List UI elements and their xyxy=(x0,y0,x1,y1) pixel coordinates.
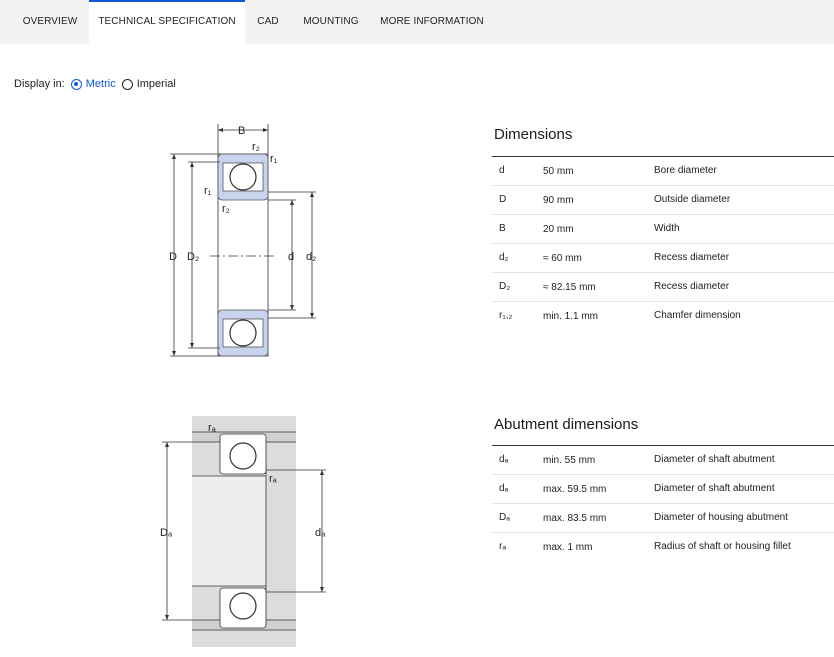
row-description: Radius of shaft or housing fillet xyxy=(654,541,791,552)
imperial-label: Imperial xyxy=(136,78,176,90)
bearing-dimension-drawing: B r₂ r₁ r₁ r₂ D D₂ d d₂ xyxy=(169,124,316,357)
row-symbol: D₂ xyxy=(499,281,511,292)
abutment-dimension-drawing: rₐ rₐ Dₐ dₐ xyxy=(160,416,326,647)
tab-cad[interactable]: CAD xyxy=(250,0,286,44)
label-d2-outer: D₂ xyxy=(187,251,199,263)
table-row: d₂ ≈ 60 mm Recess diameter xyxy=(492,244,834,273)
table-row: Dₐ max. 83.5 mm Diameter of housing abut… xyxy=(492,504,834,533)
tab-more-information[interactable]: MORE INFORMATION xyxy=(375,0,489,44)
row-value: 20 mm xyxy=(543,224,574,235)
abutment-dimensions-heading: Abutment dimensions xyxy=(494,416,639,433)
label-ra-top: rₐ xyxy=(208,422,217,434)
row-description: Diameter of housing abutment xyxy=(654,512,788,523)
metric-radio[interactable]: Metric xyxy=(70,78,116,90)
row-symbol: B xyxy=(499,223,506,234)
table-row: r₁,₂ min. 1.1 mm Chamfer dimension xyxy=(492,302,834,331)
row-value: min. 55 mm xyxy=(543,455,596,466)
row-value: 50 mm xyxy=(543,166,574,177)
dimensions-heading: Dimensions xyxy=(494,126,573,143)
row-description: Outside diameter xyxy=(654,194,731,205)
table-row: D 90 mm Outside diameter xyxy=(492,186,834,215)
row-description: Width xyxy=(654,223,680,234)
row-symbol: Dₐ xyxy=(499,512,510,523)
row-description: Recess diameter xyxy=(654,252,730,263)
label-d-outer: D xyxy=(169,251,177,263)
row-symbol: r₁,₂ xyxy=(499,310,513,321)
table-row: d 50 mm Bore diameter xyxy=(492,157,834,186)
radio-unselected-icon xyxy=(121,78,133,90)
radio-selected-icon xyxy=(70,78,82,90)
table-row: dₐ min. 55 mm Diameter of shaft abutment xyxy=(492,446,834,475)
row-description: Diameter of shaft abutment xyxy=(654,454,775,465)
label-r2-top: r₂ xyxy=(252,141,260,153)
row-symbol: dₐ xyxy=(499,483,509,494)
row-symbol: D xyxy=(499,194,507,205)
label-b: B xyxy=(238,125,245,137)
label-da-housing: Dₐ xyxy=(160,527,173,539)
row-description: Recess diameter xyxy=(654,281,730,292)
row-description: Chamfer dimension xyxy=(654,310,741,321)
tab-overview[interactable]: OVERVIEW xyxy=(14,0,86,44)
row-symbol: dₐ xyxy=(499,454,509,465)
unit-selector: Display in: Metric Imperial xyxy=(14,77,182,91)
table-row: dₐ max. 59.5 mm Diameter of shaft abutme… xyxy=(492,475,834,504)
label-r2-left: r₂ xyxy=(222,203,230,215)
label-r1-left: r₁ xyxy=(204,185,212,197)
tab-technical-specification[interactable]: TECHNICAL SPECIFICATION xyxy=(89,0,245,44)
row-value: ≈ 82.15 mm xyxy=(543,282,596,293)
row-symbol: d₂ xyxy=(499,252,509,263)
row-description: Diameter of shaft abutment xyxy=(654,483,775,494)
label-d2-recess: d₂ xyxy=(306,251,316,263)
table-row: B 20 mm Width xyxy=(492,215,834,244)
label-ra-shaft: rₐ xyxy=(269,473,278,485)
row-symbol: rₐ xyxy=(499,541,507,552)
row-value: max. 83.5 mm xyxy=(543,513,607,524)
imperial-radio[interactable]: Imperial xyxy=(121,78,176,90)
row-value: max. 59.5 mm xyxy=(543,484,607,495)
tab-mounting[interactable]: MOUNTING xyxy=(296,0,366,44)
row-symbol: d xyxy=(499,165,505,176)
dimensions-table: d 50 mm Bore diameter D 90 mm Outside di… xyxy=(492,156,834,331)
tab-bar: OVERVIEW TECHNICAL SPECIFICATION CAD MOU… xyxy=(0,0,834,44)
row-description: Bore diameter xyxy=(654,165,717,176)
metric-label: Metric xyxy=(85,78,116,90)
table-row: rₐ max. 1 mm Radius of shaft or housing … xyxy=(492,533,834,562)
label-da-shaft: dₐ xyxy=(315,527,326,539)
label-d-bore: d xyxy=(288,251,294,263)
row-value: min. 1.1 mm xyxy=(543,311,599,322)
table-row: D₂ ≈ 82.15 mm Recess diameter xyxy=(492,273,834,302)
row-value: ≈ 60 mm xyxy=(543,253,582,264)
row-value: max. 1 mm xyxy=(543,542,593,553)
unit-selector-label: Display in: xyxy=(14,78,65,90)
row-value: 90 mm xyxy=(543,195,574,206)
label-r1-top: r₁ xyxy=(270,153,278,165)
abutment-dimensions-table: dₐ min. 55 mm Diameter of shaft abutment… xyxy=(492,445,834,562)
